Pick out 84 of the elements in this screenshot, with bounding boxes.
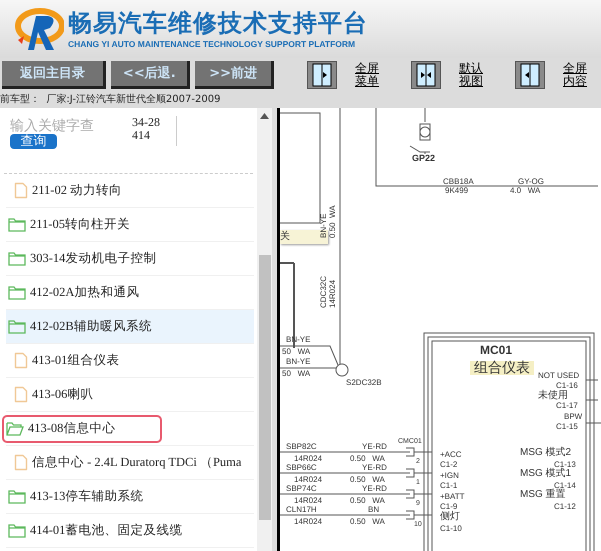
diagram-label: 50 WA: [282, 348, 310, 356]
diagram-label: C1-12: [554, 503, 576, 511]
diagram-label: 0.50 WA: [350, 497, 385, 505]
diagram-label: C1-16: [556, 382, 578, 390]
diagram-label: S2DC32B: [346, 379, 382, 387]
tree-item-label: 413-13停车辅助系统: [30, 488, 144, 506]
tree-item-label: 413-06喇叭: [32, 386, 94, 404]
tree-item-label: 412-02A加热和通风: [30, 284, 140, 302]
diagram-label: 0.50 WA: [350, 455, 385, 463]
diagram-label: 0.50 WA: [350, 518, 385, 526]
logo-icon: [14, 6, 64, 52]
diagram-label: 14R024: [294, 476, 322, 484]
tree-item-label: 211-02 动力转向: [32, 182, 122, 200]
document-icon: [14, 386, 28, 403]
diagram-label: 9K499: [445, 187, 468, 195]
view-toggle-button[interactable]: [515, 61, 546, 89]
diagram-label: C1-10: [440, 525, 462, 533]
diagram-label: BN-YE: [320, 214, 328, 238]
diagram-label: C1-17: [556, 402, 578, 410]
diagram-label: +IGN: [440, 472, 459, 480]
view-toggle-button[interactable]: [411, 61, 442, 89]
nav-button[interactable]: >>前进: [195, 61, 274, 89]
view-toggle-link[interactable]: 默认视图: [459, 62, 484, 88]
diagram-label: 14R024: [329, 280, 337, 308]
tree-item-label: 413-01组合仪表: [32, 352, 120, 370]
diagram-label: MC01: [480, 344, 512, 356]
diagram-label: 未使用: [538, 391, 568, 401]
diagram-label: BN: [368, 506, 380, 514]
search-button[interactable]: 查询: [10, 134, 57, 149]
diagram-label: YE-RD: [362, 443, 387, 451]
diagram-label: YE-RD: [362, 485, 387, 493]
document-icon: [14, 454, 28, 471]
diagram-label: MSG 模式2: [520, 448, 572, 458]
diagram-label: BPW: [564, 413, 582, 421]
tree-item-label: 信息中心 - 2.4L Duratorq TDCi （Puma: [32, 454, 242, 472]
site-title: 畅易汽车维修技术支持平台: [68, 8, 368, 38]
tree-item-label: 303-14发动机电子控制: [30, 250, 156, 268]
document-icon: [14, 352, 28, 369]
diagram-label: C1-1: [440, 482, 458, 490]
tree-item[interactable]: 412-02B辅助暖风系统: [6, 310, 254, 344]
diagram-label: SBP66C: [286, 464, 317, 472]
diagram-label: 14R024: [294, 497, 322, 505]
diagram-label: YE-RD: [362, 464, 387, 472]
vehicle-info: 前车型： 厂家:J-江铃汽车新世代全顺2007-2009: [0, 94, 220, 106]
view-toggle-link[interactable]: 全屏菜单: [355, 62, 380, 88]
diagram-label: 4.0 WA: [510, 187, 540, 195]
diagram-label: MSG 模式1: [520, 469, 572, 479]
diagram-label: C1-14: [554, 482, 576, 490]
diagram-label: 侧灯: [440, 512, 460, 522]
diagram-label: 组合仪表: [470, 361, 534, 375]
scroll-up-icon[interactable]: [260, 113, 269, 119]
scrollbar[interactable]: [257, 108, 272, 551]
diagram-label: 14R024: [294, 518, 322, 526]
diagram-label: CBB18A: [443, 178, 474, 186]
tree-item-label: 413-08信息中心: [28, 420, 116, 438]
diagram-label: NOT USED: [538, 372, 580, 380]
diagram-label: SBP74C: [286, 485, 317, 493]
nav-button[interactable]: <<后退.: [111, 61, 190, 89]
tree-item-label: 211-05转向柱开关: [30, 216, 130, 234]
nav-button[interactable]: 返回主目录: [2, 61, 106, 89]
diagram-label: MSG 重置: [520, 490, 566, 500]
diagram-label: 0.50 WA: [329, 205, 337, 238]
diagram-label: CLN17H: [286, 506, 317, 514]
diagram-label: C1-2: [440, 461, 458, 469]
diagram-label: GY-OG: [518, 178, 544, 186]
tree-item-label: 414-01蓄电池、固定及线缆: [30, 522, 182, 540]
tree-item-label: 412-02B辅助暖风系统: [30, 318, 152, 336]
diagram-label: CDC32C: [320, 276, 328, 308]
diagram-label: C1-9: [440, 503, 458, 511]
diagram-label: C1-15: [556, 423, 578, 431]
view-toggle-link[interactable]: 全屏内容: [563, 62, 588, 88]
diagram-label: +BATT: [440, 493, 465, 501]
diagram-label: 50 WA: [282, 370, 310, 378]
diagram-label: GP22: [412, 154, 436, 163]
diagram-label: 0.50 WA: [350, 476, 385, 484]
site-subtitle: CHANG YI AUTO MAINTENANCE TECHNOLOGY SUPPORT PLATFORM: [68, 38, 356, 50]
code-text: 34-28414: [132, 116, 161, 142]
diagram-label: SBP82C: [286, 443, 317, 451]
view-toggle-button[interactable]: [307, 61, 338, 89]
diagram-label: BN-YE: [286, 358, 310, 366]
diagram-label: +ACC: [440, 451, 462, 459]
diagram-label: C1-13: [554, 461, 576, 469]
document-icon: [14, 182, 28, 199]
diagram-label: 14R024: [294, 455, 322, 463]
